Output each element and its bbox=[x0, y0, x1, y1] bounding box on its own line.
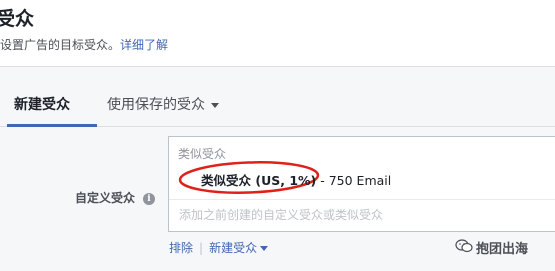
audience-tabs: 新建受众 使用保存的受众 bbox=[0, 67, 555, 127]
chevron-down-icon bbox=[211, 102, 219, 108]
chevron-down-icon bbox=[260, 246, 269, 251]
info-icon[interactable]: i bbox=[143, 193, 155, 205]
selected-audience-item[interactable]: 类似受众 (US, 1%) - 750 Email bbox=[201, 170, 391, 189]
subtitle-text: 设置广告的目标受众。 bbox=[0, 38, 121, 52]
create-new-audience-label: 新建受众 bbox=[209, 241, 258, 255]
wechat-logo-icon bbox=[455, 239, 473, 253]
watermark-text: 抱团出海 bbox=[476, 242, 529, 257]
exclude-link[interactable]: 排除 bbox=[169, 241, 193, 255]
tab-saved-audience[interactable]: 使用保存的受众 bbox=[107, 95, 219, 115]
tab-new-audience[interactable]: 新建受众 bbox=[14, 95, 70, 115]
custom-audience-box: 类似受众 类似受众 (US, 1%) - 750 Email bbox=[168, 136, 555, 232]
custom-audience-label: 自定义受众 bbox=[75, 191, 136, 205]
audience-actions: 排除 | 新建受众 bbox=[169, 239, 269, 256]
section-subtitle: 设置广告的目标受众。详细了解 bbox=[0, 36, 168, 54]
active-tab-indicator bbox=[7, 124, 97, 127]
tab-saved-audience-label: 使用保存的受众 bbox=[107, 97, 205, 113]
learn-more-link[interactable]: 详细了解 bbox=[120, 38, 168, 52]
selected-audience-name: 类似受众 (US, 1%) bbox=[201, 173, 317, 188]
page-header: 受众 设置广告的目标受众。详细了解 bbox=[0, 0, 555, 66]
audience-panel: 新建受众 使用保存的受众 自定义受众 i 类似受众 类似受众 (US, 1%) … bbox=[0, 67, 555, 271]
audience-search-input[interactable] bbox=[170, 201, 554, 229]
selected-audience-detail: - 750 Email bbox=[316, 173, 392, 188]
lookalike-group-label: 类似受众 bbox=[178, 147, 227, 161]
action-separator: | bbox=[199, 241, 204, 255]
create-new-audience-link[interactable]: 新建受众 bbox=[209, 241, 269, 255]
box-divider bbox=[169, 199, 555, 200]
section-title: 受众 bbox=[0, 8, 35, 30]
